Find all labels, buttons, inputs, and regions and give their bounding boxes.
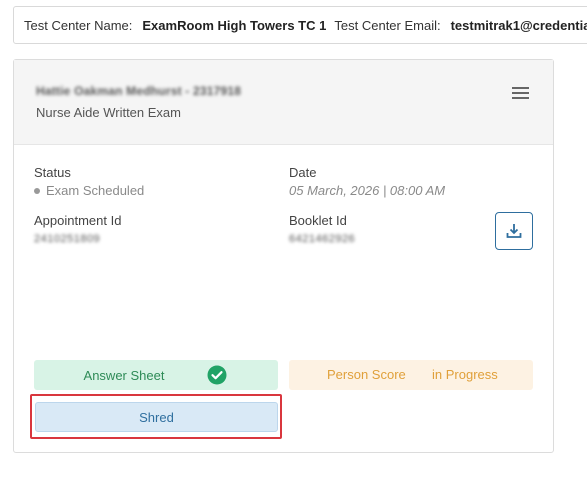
person-score-label: Person Score bbox=[327, 367, 406, 382]
test-center-email-value: testmitrak1@credentiate bbox=[450, 17, 587, 33]
answer-sheet-button[interactable]: Answer Sheet bbox=[34, 360, 278, 390]
booklet-id-value: 6421462926 bbox=[289, 233, 356, 245]
shred-button[interactable]: Shred bbox=[35, 402, 278, 432]
person-score-status: in Progress bbox=[432, 367, 498, 382]
status-value-row: Exam Scheduled bbox=[34, 183, 144, 198]
person-score-badge: Person Score in Progress bbox=[289, 360, 533, 390]
download-button[interactable] bbox=[495, 212, 533, 250]
exam-name: Nurse Aide Written Exam bbox=[36, 105, 181, 120]
candidate-name: Hattie Oakman Medhurst - 2317918 bbox=[36, 84, 242, 98]
test-center-name-label: Test Center Name: bbox=[24, 17, 133, 33]
status-value: Exam Scheduled bbox=[46, 183, 145, 198]
test-center-email-label: Test Center Email: bbox=[334, 17, 441, 33]
exam-card-header: Hattie Oakman Medhurst - 2317918 Nurse A… bbox=[14, 60, 553, 145]
download-icon bbox=[506, 224, 522, 238]
appointment-id-value: 2410251809 bbox=[34, 233, 101, 245]
date-label: Date bbox=[289, 165, 317, 180]
check-circle-icon bbox=[207, 365, 227, 385]
date-value: 05 March, 2026 | 08:00 AM bbox=[289, 183, 446, 198]
answer-sheet-label: Answer Sheet bbox=[83, 367, 165, 383]
exam-card: Hattie Oakman Medhurst - 2317918 Nurse A… bbox=[13, 59, 554, 453]
booklet-id-label: Booklet Id bbox=[289, 213, 347, 228]
hamburger-menu-icon[interactable] bbox=[511, 86, 531, 102]
status-label: Status bbox=[34, 165, 71, 180]
test-center-header: Test Center Name: ExamRoom High Towers T… bbox=[13, 6, 587, 44]
test-center-name-value: ExamRoom High Towers TC 1 bbox=[142, 17, 327, 33]
appointment-id-label: Appointment Id bbox=[34, 213, 122, 228]
status-dot-icon bbox=[34, 187, 40, 194]
